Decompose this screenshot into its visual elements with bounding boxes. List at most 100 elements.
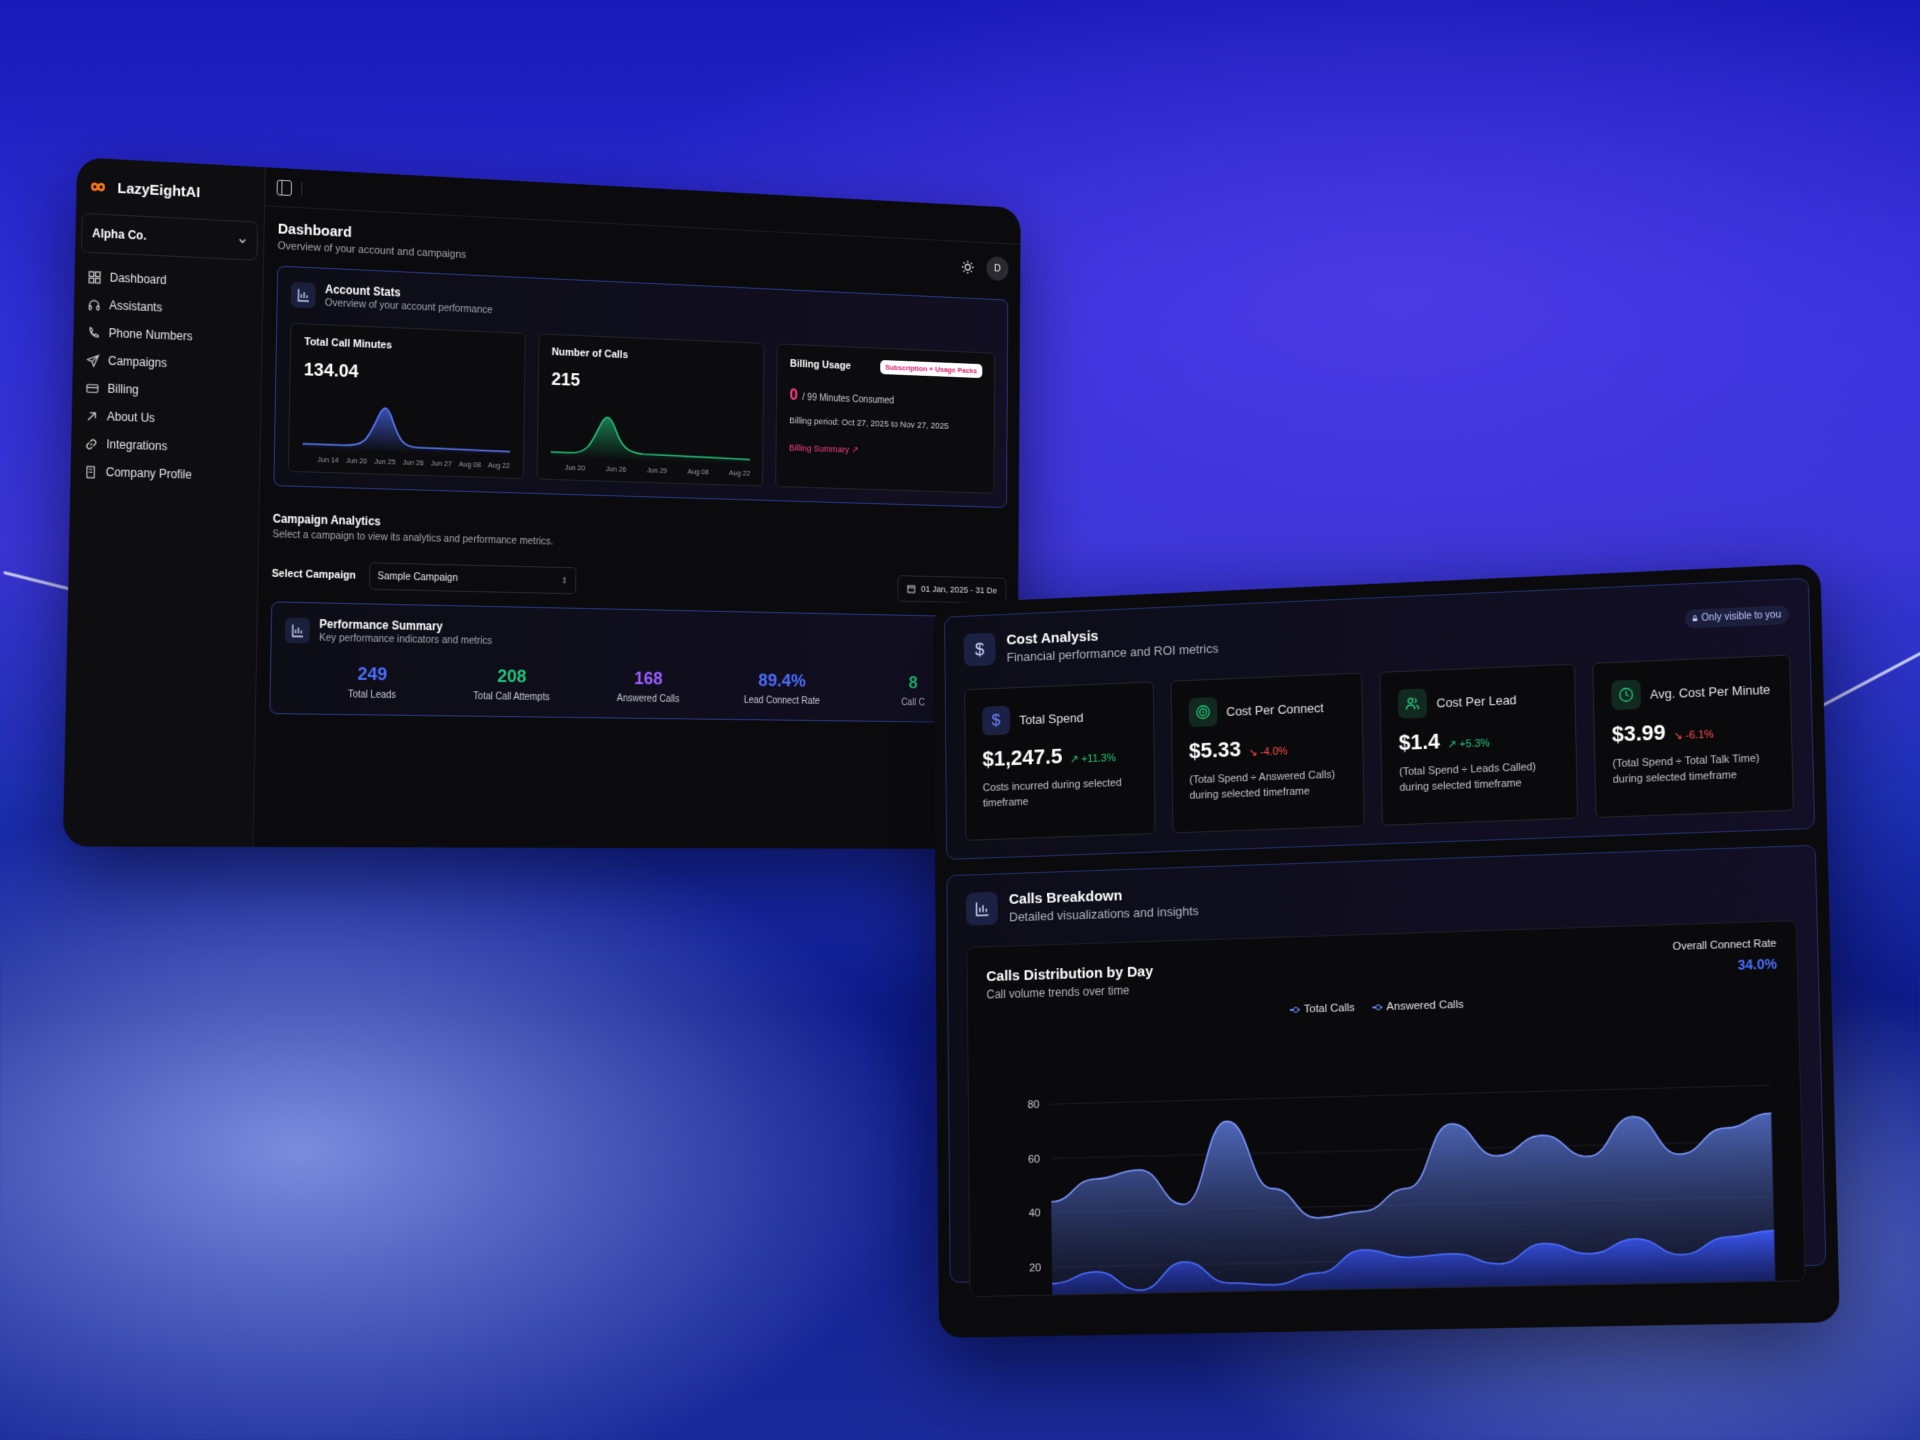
sidebar-item-company-profile[interactable]: Company Profile: [76, 457, 254, 490]
dollar-icon: $: [982, 706, 1010, 736]
sidebar-nav: Dashboard Assistants Phone Numbers Campa…: [76, 262, 257, 490]
legend-item-total-calls[interactable]: Total Calls: [1289, 1002, 1354, 1016]
bar-chart-icon: [291, 281, 316, 307]
trend-down-delta: ↘ -6.1%: [1673, 728, 1714, 742]
minutes-consumed: 0 / 99 Minutes Consumed: [790, 385, 983, 411]
dollar-icon: $: [964, 633, 996, 667]
metric-lead-connect-rate: 89.4% Lead Connect Rate: [715, 670, 848, 707]
performance-summary-panel: Performance Summary Key performance indi…: [269, 601, 1006, 723]
x-tick: Aug 08: [687, 467, 708, 476]
legend-label: Answered Calls: [1386, 999, 1463, 1013]
cost-description: (Total Spend ÷ Answered Calls) during se…: [1189, 768, 1346, 805]
x-tick: Aug 22: [729, 468, 750, 477]
calls-sparkline: [550, 398, 751, 464]
target-icon: [1188, 697, 1217, 727]
stat-label: Number of Calls: [552, 346, 752, 366]
theme-toggle-sun-icon[interactable]: [961, 259, 975, 274]
card-icon: [86, 381, 99, 394]
x-axis-ticks: Jun 20 Jun 26 Jun 29 Aug 08 Aug 22: [565, 463, 750, 478]
total-call-minutes-card: Total Call Minutes 134.04 Jun 14 Jun 20 …: [288, 323, 526, 479]
x-tick: Aug 08: [459, 460, 481, 469]
delta-value: -6.1%: [1685, 729, 1713, 742]
x-tick: Jun 14: [317, 455, 338, 464]
sidebar-item-label: About Us: [107, 409, 155, 425]
overall-connect-rate: Overall Connect Rate 34.0%: [1673, 938, 1778, 975]
stat-label: Billing Usage: [790, 358, 851, 372]
minutes-used-suffix: / 99 Minutes Consumed: [802, 393, 894, 407]
campaign-select[interactable]: Sample Campaign ⇕: [369, 562, 576, 594]
billing-summary-link[interactable]: Billing Summary ↗: [789, 443, 982, 460]
x-tick: Jun 29: [647, 466, 667, 475]
x-tick: Jun 27: [431, 459, 452, 468]
metric-label: Total Call Attempts: [442, 691, 580, 704]
plan-badge: Subscription + Usage Packs: [880, 360, 983, 378]
x-tick: Jun 25: [374, 457, 395, 466]
number-of-calls-card: Number of Calls 215 Jun 20 Jun 26 Jun 29…: [536, 333, 764, 486]
chevron-down-icon: [238, 235, 248, 245]
cost-label: Cost Per Connect: [1226, 700, 1324, 719]
users-icon: [1398, 688, 1427, 718]
bar-chart-icon: [285, 617, 310, 643]
y-tick-label: 80: [1027, 1099, 1039, 1111]
x-axis-ticks: Jun 14 Jun 20 Jun 25 Jun 26 Jun 27 Aug 0…: [317, 455, 510, 470]
lock-icon: 🔒︎: [1692, 613, 1697, 624]
rate-value: 34.0%: [1673, 956, 1777, 975]
x-tick: Aug 22: [488, 461, 510, 470]
date-range-label: 01 Jan, 2025 - 31 De: [921, 584, 997, 596]
sidebar-toggle-icon[interactable]: [277, 179, 292, 195]
billing-usage-card: Billing Usage Subscription + Usage Packs…: [776, 343, 996, 493]
minutes-used-value: 0: [790, 385, 798, 403]
app-name: LazyEightAI: [117, 180, 200, 201]
org-switcher[interactable]: Alpha Co.: [81, 213, 258, 261]
cost-value: $1,247.5: [982, 744, 1062, 772]
main-content: Dashboard Overview of your account and c…: [254, 167, 1021, 849]
sidebar-item-label: Integrations: [106, 437, 167, 453]
arrow-up-right-icon: [85, 409, 98, 422]
trend-up-delta: ↗ +5.3%: [1448, 737, 1490, 751]
metric-value: 208: [442, 665, 580, 689]
sidebar-item-label: Billing: [107, 382, 138, 397]
logo[interactable]: LazyEightAI: [82, 173, 259, 208]
legend-item-answered-calls[interactable]: Answered Calls: [1372, 999, 1464, 1014]
metric-answered-calls: 168 Answered Calls: [580, 668, 716, 706]
legend-marker: [1290, 1009, 1300, 1011]
metric-label: Answered Calls: [580, 693, 715, 706]
building-icon: [84, 465, 97, 478]
y-tick-label: 40: [1029, 1208, 1041, 1220]
delta-value: +5.3%: [1459, 738, 1490, 751]
calendar-icon: [907, 584, 916, 594]
rate-label: Overall Connect Rate: [1673, 938, 1777, 953]
y-tick-label: 60: [1028, 1153, 1040, 1165]
x-tick: Jun 26: [403, 458, 424, 467]
billing-period: Billing period: Oct 27, 2025 to Nov 27, …: [789, 416, 982, 433]
x-tick: Jun 26: [606, 464, 626, 473]
metric-label: Total Leads: [301, 689, 442, 702]
metric-label: Lead Connect Rate: [715, 695, 847, 707]
arrow-up-right-icon: ↗: [851, 445, 858, 456]
selected-campaign: Sample Campaign: [377, 570, 458, 584]
link-icon: [85, 437, 98, 450]
infinity-logo-icon: [86, 179, 110, 194]
legend-label: Total Calls: [1304, 1002, 1355, 1015]
cost-value: $3.99: [1612, 720, 1666, 748]
minutes-sparkline: [302, 389, 510, 457]
grid-line: [1050, 1085, 1770, 1104]
select-campaign-label: Select Campaign: [272, 568, 356, 582]
user-avatar[interactable]: D: [986, 256, 1008, 281]
area-chart-svg: 20 40 60 80: [987, 1062, 1785, 1296]
link-label: Billing Summary: [789, 443, 849, 455]
cost-analysis-window: $ Cost Analysis Financial performance an…: [933, 564, 1840, 1338]
chart-plot-area: 20 40 60 80: [987, 1062, 1785, 1296]
metric-value: 168: [580, 668, 715, 691]
visibility-label: Only visible to you: [1701, 609, 1781, 623]
grid-icon: [88, 270, 101, 283]
dashboard-window: LazyEightAI Alpha Co. Dashboard Assistan…: [63, 157, 1021, 849]
x-tick: Jun 20: [346, 456, 367, 465]
visibility-badge: 🔒︎ Only visible to you: [1684, 605, 1789, 628]
date-range-button[interactable]: 01 Jan, 2025 - 31 De: [898, 575, 1007, 604]
cost-analysis-panel: $ Cost Analysis Financial performance an…: [944, 578, 1815, 860]
sidebar-item-label: Assistants: [109, 298, 162, 314]
total-spend-card: $ Total Spend $1,247.5 ↗ +11.3% Costs in…: [964, 681, 1155, 841]
x-tick: Jun 20: [565, 463, 586, 472]
cost-per-connect-card: Cost Per Connect $5.33 ↘ -4.0% (Total Sp…: [1170, 673, 1365, 834]
